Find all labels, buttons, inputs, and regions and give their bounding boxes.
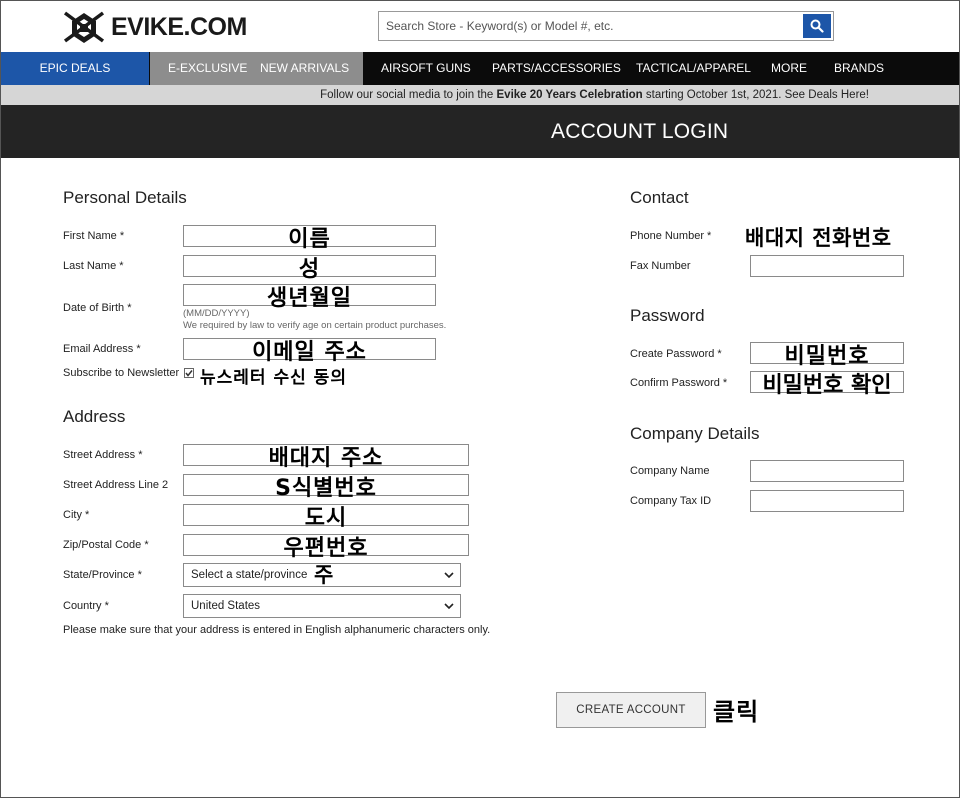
- logo-icon: [63, 11, 105, 43]
- nav-e-exclusive[interactable]: E-EXCLUSIVE: [168, 52, 247, 85]
- street2-label: Street Address Line 2: [63, 479, 169, 491]
- create-password-label: Create Password *: [630, 348, 722, 360]
- nav-new-arrivals[interactable]: NEW ARRIVALS: [260, 52, 349, 85]
- search-button[interactable]: [803, 14, 831, 38]
- state-selected-value: Select a state/province: [191, 569, 308, 581]
- nav-epic-deals[interactable]: EPIC DEALS: [1, 52, 149, 85]
- search-bar: [378, 11, 834, 41]
- company-name-field[interactable]: [750, 460, 904, 482]
- street-label: Street Address *: [63, 449, 143, 461]
- confirm-password-field[interactable]: 비밀번호 확인: [750, 371, 904, 398]
- promo-banner[interactable]: Follow our social media to join the Evik…: [1, 85, 959, 105]
- nav-tactical-apparel[interactable]: TACTICAL/APPAREL: [636, 52, 751, 85]
- street-field[interactable]: 배대지 주소: [183, 444, 469, 471]
- create-account-button[interactable]: CREATE ACCOUNT: [556, 692, 706, 728]
- country-select[interactable]: United States: [183, 594, 461, 618]
- city-label: City *: [63, 509, 90, 521]
- email-field[interactable]: 이메일 주소: [183, 338, 436, 365]
- chevron-down-icon: [444, 603, 454, 610]
- newsletter-annotation: 뉴스레터 수신 동의: [200, 368, 347, 388]
- dob-law-note: We required by law to verify age on cert…: [183, 320, 447, 331]
- zip-field[interactable]: 우편번호: [183, 534, 469, 561]
- fax-label: Fax Number: [630, 260, 691, 272]
- confirm-password-label: Confirm Password *: [630, 377, 728, 389]
- phone-field[interactable]: 배대지 전화번호: [745, 222, 892, 252]
- nav-brands[interactable]: BRANDS: [834, 52, 884, 85]
- company-name-label: Company Name: [630, 465, 710, 477]
- site-logo[interactable]: EVIKE.COM: [63, 9, 247, 45]
- personal-details-title: Personal Details: [63, 188, 187, 207]
- address-note: Please make sure that your address is en…: [63, 624, 491, 636]
- phone-label: Phone Number *: [630, 230, 712, 242]
- country-selected-value: United States: [191, 600, 261, 612]
- country-label: Country *: [63, 600, 109, 612]
- first-name-label: First Name *: [63, 230, 125, 242]
- zip-label: Zip/Postal Code *: [63, 539, 149, 551]
- nav-parts-accessories[interactable]: PARTS/ACCESSORIES: [492, 52, 621, 85]
- search-icon: [810, 19, 824, 33]
- nav-airsoft-guns[interactable]: AIRSOFT GUNS: [381, 52, 471, 85]
- site-header: EVIKE.COM: [1, 1, 959, 52]
- dob-format-hint: (MM/DD/YYYY): [183, 308, 250, 319]
- password-title: Password: [630, 306, 705, 325]
- last-name-field[interactable]: 성: [183, 255, 436, 282]
- city-field[interactable]: 도시: [183, 504, 469, 531]
- first-name-field[interactable]: 이름: [183, 225, 436, 252]
- newsletter-checkbox[interactable]: [184, 368, 194, 378]
- chevron-down-icon: [444, 572, 454, 579]
- nav-more[interactable]: MORE: [771, 52, 807, 85]
- newsletter-label: Subscribe to Newsletter: [63, 367, 180, 379]
- address-title: Address: [63, 407, 126, 426]
- contact-title: Contact: [630, 188, 689, 207]
- promo-text: Follow our social media to join the Evik…: [320, 89, 869, 101]
- email-label: Email Address *: [63, 343, 141, 355]
- page-title-bar: ACCOUNT LOGIN: [1, 105, 959, 158]
- page-title: ACCOUNT LOGIN: [551, 120, 729, 143]
- company-tax-field[interactable]: [750, 490, 904, 512]
- state-label: State/Province *: [63, 569, 142, 581]
- company-title: Company Details: [630, 424, 760, 443]
- create-password-field[interactable]: 비밀번호: [750, 342, 904, 369]
- main-nav: EPIC DEALS E-EXCLUSIVE NEW ARRIVALS AIRS…: [1, 52, 959, 85]
- state-annotation: 주: [314, 563, 335, 587]
- company-tax-label: Company Tax ID: [630, 495, 712, 507]
- fax-field[interactable]: [750, 255, 904, 277]
- last-name-label: Last Name *: [63, 260, 124, 272]
- logo-text: EVIKE.COM: [111, 12, 247, 41]
- click-annotation: 클릭: [713, 698, 760, 726]
- search-input[interactable]: [379, 12, 799, 40]
- dob-field[interactable]: 생년월일: [183, 284, 436, 311]
- check-icon: [185, 370, 193, 377]
- dob-label: Date of Birth *: [63, 302, 132, 314]
- street2-field[interactable]: S식별번호: [183, 474, 469, 501]
